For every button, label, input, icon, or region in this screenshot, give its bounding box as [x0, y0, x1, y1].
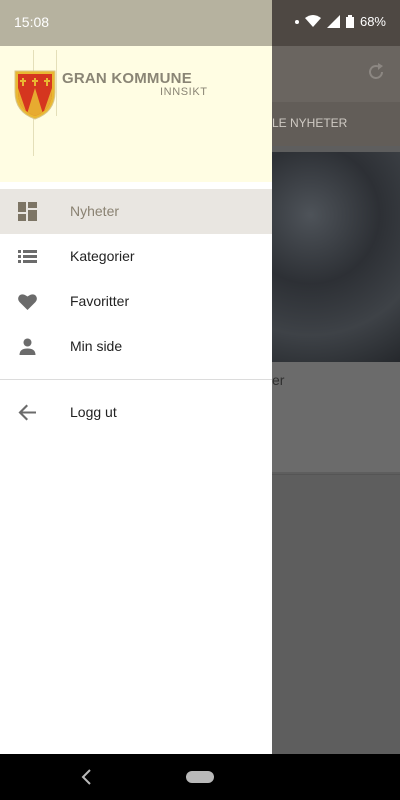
background-card-divider [272, 474, 400, 475]
menu-item-min-side[interactable]: Min side [0, 324, 272, 369]
menu-divider [0, 379, 272, 380]
list-icon [18, 250, 37, 263]
battery-percent: 68% [359, 14, 386, 29]
brand-title: GRAN KOMMUNE [62, 70, 192, 87]
signal-icon [326, 15, 340, 28]
background-card-image [272, 152, 400, 362]
background-card-body [272, 362, 400, 472]
background-app: LE NYHETER er [272, 46, 400, 754]
heart-icon [18, 294, 37, 310]
notification-dot-icon [294, 19, 299, 24]
person-icon [19, 338, 36, 355]
menu-item-label: Kategorier [70, 248, 135, 264]
arrow-back-icon [18, 404, 36, 421]
background-card-text: er [272, 372, 285, 388]
menu-item-label: Favoritter [70, 293, 130, 309]
system-icons: 68% [294, 14, 386, 29]
status-bar: 15:08 68% [0, 0, 400, 46]
menu-item-label: Min side [70, 338, 123, 354]
background-tab-label: LE NYHETER [272, 116, 348, 130]
home-pill-button[interactable] [186, 771, 214, 783]
menu-item-kategorier[interactable]: Kategorier [0, 234, 272, 279]
coat-of-arms-icon [14, 70, 56, 120]
background-tabs: LE NYHETER [272, 102, 400, 146]
back-icon[interactable] [80, 768, 94, 786]
menu-item-logg-ut[interactable]: Logg ut [0, 390, 272, 435]
menu-item-favoritter[interactable]: Favoritter [0, 279, 272, 324]
background-toolbar [272, 46, 400, 102]
wifi-icon [304, 15, 321, 27]
battery-icon [345, 15, 354, 28]
logo-decoration-line [56, 50, 57, 116]
menu-item-label: Logg ut [70, 404, 117, 420]
brand-subtitle: INNSIKT [160, 86, 208, 98]
menu-item-nyheter[interactable]: Nyheter [0, 189, 272, 234]
drawer-header: GRAN KOMMUNE INNSIKT [0, 46, 272, 182]
dashboard-icon [18, 202, 37, 221]
navigation-drawer: GRAN KOMMUNE INNSIKT Nyheter Kategorier [0, 46, 272, 754]
system-navigation-bar [0, 754, 400, 800]
status-time: 15:08 [14, 14, 50, 30]
refresh-icon [369, 63, 383, 79]
menu-item-label: Nyheter [70, 203, 120, 219]
drawer-menu: Nyheter Kategorier Favoritter Min side L… [0, 189, 272, 435]
